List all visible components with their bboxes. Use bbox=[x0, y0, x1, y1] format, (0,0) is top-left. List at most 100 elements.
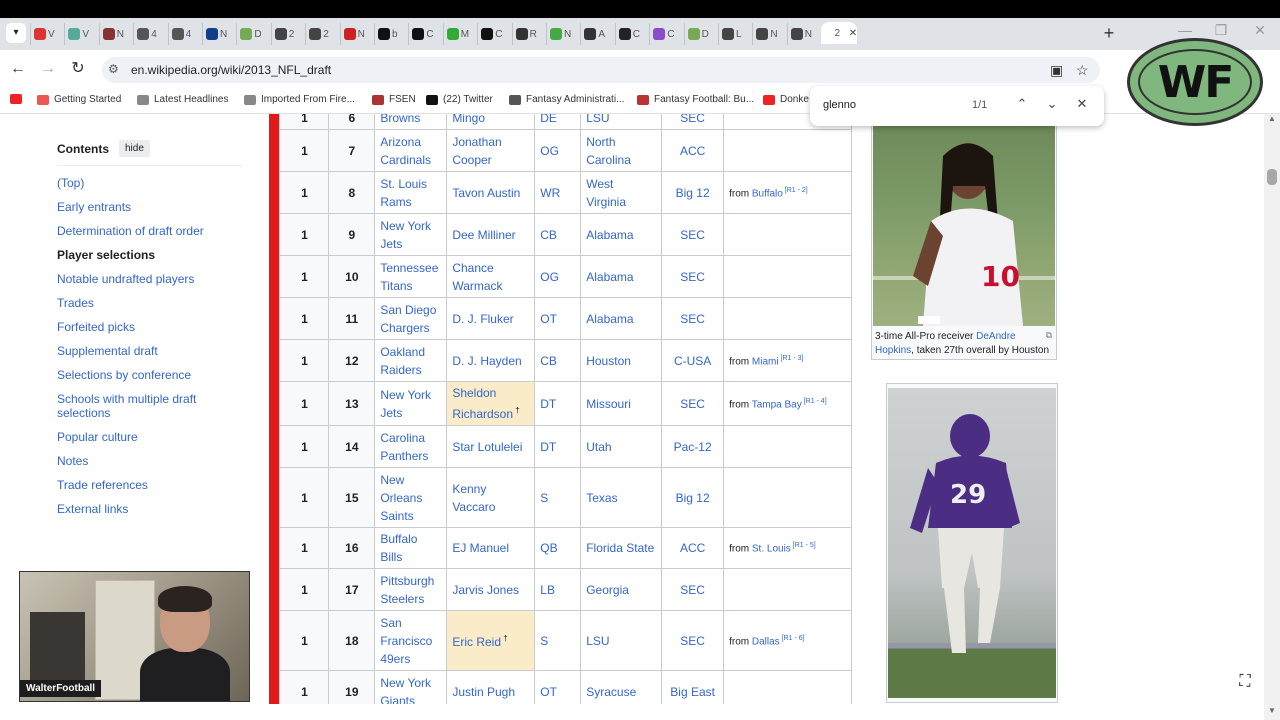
browser-tab[interactable]: C bbox=[408, 23, 442, 45]
hopkins-photo[interactable]: 10 bbox=[873, 126, 1055, 326]
college-cell[interactable]: North Carolina bbox=[580, 129, 663, 172]
college-cell[interactable]: Utah bbox=[580, 425, 663, 468]
toc-item[interactable]: Selections by conference bbox=[57, 368, 242, 382]
team-cell[interactable]: Buffalo Bills bbox=[374, 527, 448, 569]
toc-item[interactable]: Notes bbox=[57, 454, 242, 468]
college-cell[interactable]: Alabama bbox=[580, 255, 663, 298]
team-cell[interactable]: Oakland Raiders bbox=[374, 339, 448, 382]
close-window-icon[interactable]: ✕ bbox=[1250, 22, 1270, 39]
bookmark-item[interactable]: Fantasy Football: Bu... bbox=[637, 94, 754, 105]
toc-item[interactable]: Early entrants bbox=[57, 200, 242, 214]
toc-hide-button[interactable]: hide bbox=[119, 140, 150, 157]
player-cell[interactable]: Mingo bbox=[446, 114, 536, 130]
college-cell[interactable]: Georgia bbox=[580, 568, 663, 611]
team-cell[interactable]: Browns bbox=[374, 114, 448, 130]
college-cell[interactable]: Texas bbox=[580, 467, 663, 528]
browser-tab[interactable]: V bbox=[30, 23, 64, 45]
enlarge-icon[interactable]: ⧉ bbox=[1046, 330, 1052, 341]
fullscreen-icon[interactable]: ⛶ bbox=[1233, 670, 1257, 694]
vikings-photo[interactable]: 29 bbox=[888, 388, 1056, 698]
conference-cell[interactable]: SEC bbox=[661, 213, 725, 256]
team-cell[interactable]: New York Jets bbox=[374, 381, 448, 426]
browser-tab[interactable]: L bbox=[718, 23, 752, 45]
position-cell[interactable]: DT bbox=[534, 381, 582, 426]
position-cell[interactable]: QB bbox=[534, 527, 582, 569]
conference-cell[interactable]: SEC bbox=[661, 381, 725, 426]
bookmark-item[interactable] bbox=[10, 94, 22, 104]
browser-tab[interactable]: N bbox=[752, 23, 786, 45]
team-cell[interactable]: St. Louis Rams bbox=[374, 171, 448, 214]
site-info-icon[interactable]: ⚙ bbox=[108, 62, 119, 76]
player-cell[interactable]: Eric Reid † bbox=[446, 610, 536, 671]
browser-tab[interactable]: N bbox=[546, 23, 580, 45]
bookmark-star-icon[interactable]: ☆ bbox=[1076, 62, 1089, 79]
toc-item[interactable]: Popular culture bbox=[57, 430, 242, 444]
college-cell[interactable]: Missouri bbox=[580, 381, 663, 426]
team-cell[interactable]: Tennessee Titans bbox=[374, 255, 448, 298]
college-cell[interactable]: LSU bbox=[580, 114, 663, 130]
browser-tab[interactable]: D bbox=[683, 23, 718, 45]
position-cell[interactable]: OT bbox=[534, 670, 582, 704]
player-cell[interactable]: Star Lotulelei bbox=[446, 425, 536, 468]
position-cell[interactable]: OG bbox=[534, 129, 582, 172]
toc-item[interactable]: Schools with multiple draft selections bbox=[57, 392, 242, 420]
notes-team-link[interactable]: Dallas bbox=[752, 636, 780, 647]
college-cell[interactable]: Alabama bbox=[580, 297, 663, 340]
minimize-icon[interactable]: — bbox=[1175, 22, 1195, 38]
conference-cell[interactable]: SEC bbox=[661, 297, 725, 340]
player-cell[interactable]: Jarvis Jones bbox=[446, 568, 536, 611]
toc-item[interactable]: (Top) bbox=[57, 176, 242, 190]
player-cell[interactable]: Chance Warmack bbox=[446, 255, 536, 298]
toc-item[interactable]: Notable undrafted players bbox=[57, 272, 242, 286]
scroll-down-icon[interactable]: ▼ bbox=[1266, 706, 1278, 715]
player-cell[interactable]: EJ Manuel bbox=[446, 527, 536, 569]
notes-team-link[interactable]: Tampa Bay bbox=[752, 399, 802, 410]
bookmark-item[interactable]: Imported From Fire... bbox=[244, 94, 355, 105]
back-icon[interactable]: ← bbox=[8, 59, 28, 79]
browser-tab[interactable]: C bbox=[614, 23, 649, 45]
find-next-icon[interactable]: ⌄ bbox=[1043, 96, 1061, 112]
browser-tab[interactable]: R bbox=[511, 23, 546, 45]
url-text[interactable]: en.wikipedia.org/wiki/2013_NFL_draft bbox=[131, 63, 331, 77]
forward-icon[interactable]: → bbox=[38, 59, 58, 79]
scroll-thumb[interactable] bbox=[1267, 169, 1277, 185]
player-cell[interactable]: Justin Pugh bbox=[446, 670, 536, 704]
team-cell[interactable]: New Orleans Saints bbox=[374, 467, 448, 528]
browser-tab[interactable]: N bbox=[339, 23, 374, 45]
player-cell[interactable]: Kenny Vaccaro bbox=[446, 467, 536, 528]
browser-tab[interactable]: N bbox=[202, 23, 236, 45]
position-cell[interactable]: S bbox=[534, 467, 582, 528]
browser-tab[interactable]: A bbox=[580, 23, 614, 45]
team-cell[interactable]: New York Giants bbox=[374, 670, 448, 704]
conference-cell[interactable]: Big East bbox=[661, 670, 725, 704]
reload-icon[interactable]: ↻ bbox=[68, 59, 88, 79]
browser-tab[interactable]: V bbox=[64, 23, 98, 45]
player-cell[interactable]: Tavon Austin bbox=[446, 171, 536, 214]
toc-item[interactable]: Trade references bbox=[57, 478, 242, 492]
position-cell[interactable]: WR bbox=[534, 171, 582, 214]
trade-reference[interactable]: [R1 - 4] bbox=[802, 398, 827, 405]
conference-cell[interactable]: ACC bbox=[661, 527, 725, 569]
page-scrollbar[interactable]: ▲ ▼ bbox=[1264, 114, 1280, 720]
toc-item[interactable]: External links bbox=[57, 502, 242, 516]
tab-close-icon[interactable]: ✕ bbox=[849, 28, 857, 39]
conference-cell[interactable]: SEC bbox=[661, 255, 725, 298]
position-cell[interactable]: S bbox=[534, 610, 582, 671]
find-input[interactable]: glenno bbox=[823, 99, 856, 111]
browser-tab[interactable]: 2 ✕ bbox=[821, 22, 858, 44]
position-cell[interactable]: CB bbox=[534, 339, 582, 382]
player-cell[interactable]: D. J. Fluker bbox=[446, 297, 536, 340]
tab-search-dropdown-icon[interactable]: ▾ bbox=[6, 23, 26, 43]
position-cell[interactable]: OT bbox=[534, 297, 582, 340]
trade-reference[interactable]: [R1 - 5] bbox=[791, 542, 816, 549]
browser-tab[interactable]: b bbox=[374, 23, 408, 45]
team-cell[interactable]: San Francisco 49ers bbox=[374, 610, 448, 671]
browser-tab[interactable]: M bbox=[442, 23, 477, 45]
bookmark-item[interactable]: Latest Headlines bbox=[137, 94, 229, 105]
bookmark-item[interactable]: FSEN bbox=[372, 94, 416, 105]
page-search-icon[interactable]: ▣ bbox=[1050, 62, 1063, 79]
trade-reference[interactable]: [R1 - 3] bbox=[779, 355, 804, 362]
college-cell[interactable]: LSU bbox=[580, 610, 663, 671]
team-cell[interactable]: Carolina Panthers bbox=[374, 425, 448, 468]
team-cell[interactable]: New York Jets bbox=[374, 213, 448, 256]
